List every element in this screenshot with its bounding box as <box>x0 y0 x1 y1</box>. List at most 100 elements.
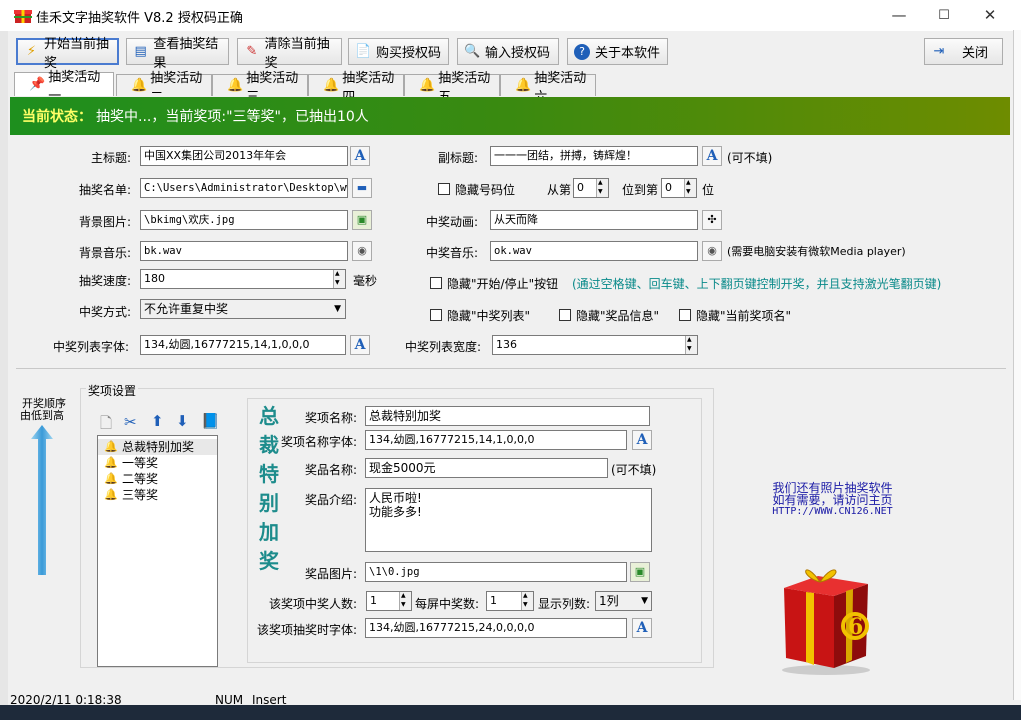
close-window-button[interactable]: ✕ <box>967 0 1013 31</box>
buy-license-button[interactable]: 📄 购买授权码 <box>348 38 449 65</box>
cut-icon[interactable]: ✂ <box>124 413 137 431</box>
win-music-input[interactable]: ok.wav <box>490 241 698 261</box>
help-icon: ? <box>574 43 590 60</box>
window-title: 佳禾文字抽奖软件 V8.2 授权码正确 <box>36 11 243 26</box>
prize-image-input[interactable]: \1\0.jpg <box>365 562 627 582</box>
arrow-down-icon[interactable]: ⬇ <box>176 412 189 430</box>
prize-image-label: 奖品图片: <box>305 567 358 581</box>
list-item[interactable]: 🔔 一等奖 <box>98 455 217 471</box>
minimize-button[interactable]: — <box>876 0 922 31</box>
sub-title-note: (可不填) <box>727 151 773 165</box>
image-picker-icon[interactable]: ▣ <box>352 210 372 230</box>
image-picker-icon[interactable]: ▣ <box>630 562 650 582</box>
prize-name-label: 奖项名称: <box>305 411 358 425</box>
list-item[interactable]: 🔔 二等奖 <box>98 471 217 487</box>
tab-activity-2[interactable]: 🔔抽奖活动二 <box>116 71 212 105</box>
view-results-label: 查看抽奖结果 <box>153 36 219 71</box>
tab-activity-3[interactable]: 🔔抽奖活动三 <box>212 71 308 105</box>
arrow-up-icon[interactable]: ⬆ <box>151 412 164 430</box>
anim-input[interactable]: 从天而降 <box>490 210 698 230</box>
from-value: 0 <box>577 181 584 194</box>
prize-name-input[interactable]: 总裁特别加奖 <box>365 406 650 426</box>
hide-number-checkbox[interactable] <box>438 183 450 195</box>
speaker-icon[interactable]: ◉ <box>702 241 722 261</box>
right-edge <box>1013 30 1021 700</box>
prize-input[interactable]: 现金5000元 <box>365 458 608 478</box>
bg-image-label: 背景图片: <box>79 215 132 229</box>
main-title-label: 主标题: <box>91 151 132 165</box>
enter-license-button[interactable]: 🔍 输入授权码 <box>457 38 559 65</box>
prize-note: (可不填) <box>611 463 657 477</box>
prize-intro-label: 奖品介绍: <box>305 493 358 507</box>
winner-count-spinner[interactable] <box>399 592 411 610</box>
prize-list[interactable]: 🔔 总裁特别加奖 🔔 一等奖 🔔 二等奖 🔔 三等奖 <box>97 435 218 667</box>
font-a-icon[interactable]: A <box>632 618 652 638</box>
mode-select[interactable]: 不允许重复中奖 ▼ <box>140 299 346 319</box>
to-position-input[interactable]: 0 <box>661 178 697 198</box>
per-screen-input[interactable]: 1 <box>486 591 534 611</box>
tab-activity-5[interactable]: 🔔抽奖活动五 <box>404 71 500 105</box>
tab-activity-4[interactable]: 🔔抽奖活动四 <box>308 71 404 105</box>
up-arrow-icon <box>31 425 53 575</box>
maximize-button[interactable]: ☐ <box>921 0 967 31</box>
to-value: 0 <box>665 181 672 194</box>
speed-input[interactable]: 180 <box>140 269 346 289</box>
start-draw-button[interactable]: ⚡ 开始当前抽奖 <box>16 37 119 71</box>
winner-count-input[interactable]: 1 <box>366 591 412 611</box>
hide-prize-info-checkbox[interactable] <box>559 309 571 321</box>
tab-activity-6[interactable]: 🔔抽奖活动六 <box>500 71 596 105</box>
order-line-2: 由低到高 <box>20 409 64 422</box>
promo-line: 如有需要，请访问主页 <box>772 493 893 507</box>
list-item-label: 总裁特别加奖 <box>122 440 195 454</box>
sub-title-input[interactable]: 一一一团结，拼搏，铸辉煌！ <box>490 146 698 166</box>
anim-settings-icon[interactable]: ✣ <box>702 210 722 230</box>
draw-font-input[interactable]: 134,幼圆,16777215,24,0,0,0,0 <box>365 618 627 638</box>
list-item[interactable]: 🔔 总裁特别加奖 <box>98 439 217 455</box>
hide-list-label: 隐藏"中奖列表" <box>447 309 531 323</box>
left-edge <box>0 0 8 720</box>
eraser-icon: ✎ <box>246 43 258 59</box>
exit-button[interactable]: ⇥ 关闭 <box>924 38 1003 65</box>
from-position-input[interactable]: 0 <box>573 178 609 198</box>
tab-activity-1[interactable]: 📌 抽奖活动一 <box>14 70 114 104</box>
bell-icon: 🔔 <box>323 78 340 93</box>
view-results-button[interactable]: ▤ 查看抽奖结果 <box>126 37 229 71</box>
speed-unit: 毫秒 <box>353 274 378 288</box>
clear-draw-button[interactable]: ✎ 清除当前抽奖 <box>237 37 342 71</box>
hide-list-checkbox[interactable] <box>430 309 442 321</box>
font-a-icon[interactable]: A <box>632 430 652 450</box>
exit-label: 关闭 <box>962 46 989 61</box>
lightning-icon: ⚡ <box>26 43 37 59</box>
per-screen-spinner[interactable] <box>521 592 533 610</box>
hide-button-checkbox[interactable] <box>430 277 442 289</box>
list-item[interactable]: 🔔 三等奖 <box>98 487 217 503</box>
promo-link[interactable]: 我们还有照片抽奖软件 如有需要，请访问主页 HTTP://WWW.CN126.N… <box>760 482 905 518</box>
to-spinner[interactable] <box>684 179 696 197</box>
gift-box-image: 6 <box>782 569 870 675</box>
speed-value: 180 <box>144 272 165 285</box>
list-font-input[interactable]: 134,幼圆,16777215,14,1,0,0,0 <box>140 335 346 355</box>
list-width-spinner[interactable] <box>685 336 697 354</box>
bg-music-input[interactable]: bk.wav <box>140 241 348 261</box>
list-width-input[interactable]: 136 <box>492 335 698 355</box>
font-a-icon[interactable]: A <box>350 146 370 166</box>
font-a-icon[interactable]: A <box>702 146 722 166</box>
font-a-icon[interactable]: A <box>350 335 370 355</box>
list-path-input[interactable]: C:\Users\Administrator\Desktop\www <box>140 178 348 198</box>
document-icon: 📄 <box>355 43 372 59</box>
columns-select[interactable]: 1列 ▼ <box>595 591 652 611</box>
book-icon[interactable]: 📘 <box>201 412 220 430</box>
main-title-input[interactable]: 中国XX集团公司2013年年会 <box>140 146 348 166</box>
from-spinner[interactable] <box>596 179 608 197</box>
hide-current-checkbox[interactable] <box>679 309 691 321</box>
mode-label: 中奖方式: <box>79 305 132 319</box>
bg-image-input[interactable]: \bkimg\欢庆.jpg <box>140 210 348 230</box>
prize-name-font-input[interactable]: 134,幼圆,16777215,14,1,0,0,0 <box>365 430 627 450</box>
about-button[interactable]: ? 关于本软件 <box>567 38 668 65</box>
list-label: 抽奖名单: <box>79 183 132 197</box>
speed-spinner[interactable] <box>333 270 345 288</box>
columns-label: 显示列数: <box>538 597 591 611</box>
browse-list-icon[interactable]: ▬ <box>352 178 372 198</box>
speaker-icon[interactable]: ◉ <box>352 241 372 261</box>
prize-intro-textarea[interactable]: 人民币啦! 功能多多! <box>365 488 652 552</box>
